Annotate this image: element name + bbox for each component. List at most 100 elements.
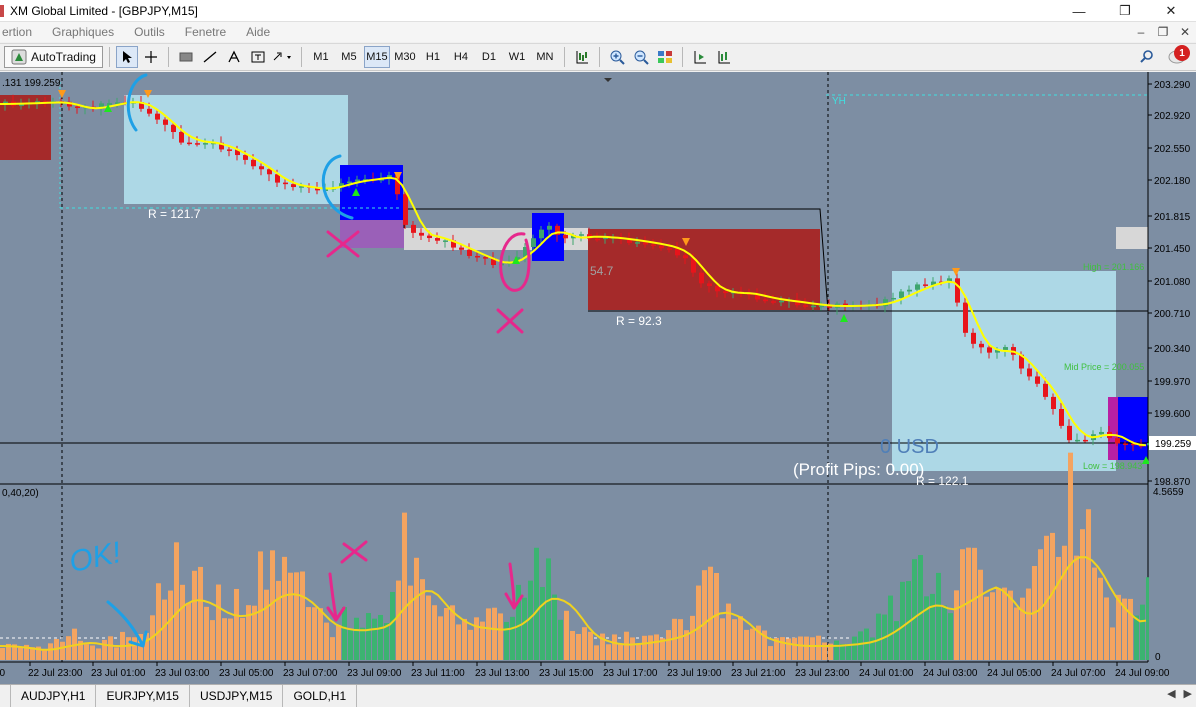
- histogram-bar: [804, 636, 809, 660]
- restore-button[interactable]: ❐: [1102, 0, 1148, 22]
- timeframe-m15-button[interactable]: M15: [363, 46, 390, 68]
- histogram-bar: [642, 635, 647, 660]
- histogram-bar: [288, 572, 293, 660]
- histogram-bar: [486, 608, 491, 660]
- time-axis-label: 24 Jul 03:00: [923, 668, 978, 679]
- menu-fenetre[interactable]: Fenetre: [175, 25, 236, 39]
- close-button[interactable]: ✕: [1148, 0, 1194, 22]
- price-axis-label: 201.815: [1154, 212, 1191, 223]
- menu-aide[interactable]: Aide: [236, 25, 280, 39]
- candle-body: [283, 182, 288, 185]
- label-tool-button[interactable]: [247, 46, 269, 68]
- histogram-bar: [678, 619, 683, 660]
- histogram-bar: [1026, 588, 1031, 660]
- tab-eurjpy-m15[interactable]: EURJPY,M15: [96, 685, 190, 707]
- histogram-bar: [1110, 627, 1115, 660]
- minimize-button[interactable]: —: [1056, 0, 1102, 22]
- chart-close-button[interactable]: ✕: [1174, 25, 1196, 39]
- histogram-bar: [174, 542, 179, 660]
- histogram-bar: [300, 571, 305, 660]
- autotrading-button[interactable]: AutoTrading: [4, 46, 103, 68]
- candle-body: [803, 305, 808, 307]
- trendline-tool-button[interactable]: [199, 46, 221, 68]
- timeframe-mn-button[interactable]: MN: [532, 46, 558, 68]
- candle-body: [891, 297, 896, 300]
- candle-body: [251, 159, 256, 167]
- histogram-bar: [648, 635, 653, 660]
- zoom-out-button[interactable]: [630, 46, 652, 68]
- candle-body: [707, 283, 712, 287]
- histogram-bar: [594, 645, 599, 660]
- timeframe-m30-button[interactable]: M30: [392, 46, 418, 68]
- candle-body: [595, 238, 600, 241]
- candle-body: [667, 248, 672, 250]
- histogram-bar: [1080, 529, 1085, 660]
- cursor-tool-button[interactable]: [115, 46, 138, 68]
- timeframe-m5-button[interactable]: M5: [336, 46, 362, 68]
- histogram-bar: [858, 631, 863, 660]
- tabs-scroll: ◀ ▶: [1167, 687, 1192, 700]
- histogram-bar: [690, 615, 695, 660]
- periodicity-button[interactable]: [571, 46, 593, 68]
- candle-body: [483, 257, 488, 259]
- timeframe-m1-button[interactable]: M1: [308, 46, 334, 68]
- time-axis-label: 23 Jul 15:00: [539, 668, 594, 679]
- zone-box-purple: [340, 220, 404, 248]
- timeframe-w1-button[interactable]: W1: [504, 46, 530, 68]
- notifications-button[interactable]: 1: [1168, 45, 1190, 66]
- tab-usdjpy-m15[interactable]: USDJPY,M15: [190, 685, 284, 707]
- tabs-scroll-left-icon[interactable]: ◀: [1167, 687, 1175, 700]
- box-label-r2: 54.7: [590, 264, 614, 278]
- candle-body: [1027, 368, 1032, 377]
- menu-graphiques[interactable]: Graphiques: [42, 25, 124, 39]
- text-tool-button[interactable]: [223, 46, 245, 68]
- chart-restore-button[interactable]: ❐: [1152, 25, 1174, 39]
- toolbar-separator: [563, 47, 565, 67]
- candle-body: [1067, 425, 1072, 441]
- histogram-bar: [198, 566, 203, 660]
- tile-windows-button[interactable]: [654, 46, 676, 68]
- histogram-bar: [954, 590, 959, 660]
- timeframe-d1-button[interactable]: D1: [476, 46, 502, 68]
- histogram-bar: [504, 621, 509, 660]
- search-icon[interactable]: [1140, 49, 1154, 63]
- rectangle-tool-button[interactable]: [175, 46, 197, 68]
- candle-body: [1075, 439, 1080, 442]
- timeframe-h1-button[interactable]: H1: [420, 46, 446, 68]
- histogram-bar: [588, 631, 593, 660]
- tabs-scroll-right-icon[interactable]: ▶: [1184, 687, 1192, 700]
- candle-body: [755, 294, 760, 300]
- histogram-bar: [900, 581, 905, 660]
- histogram-bar: [1134, 615, 1139, 660]
- price-chart[interactable]: 203.290 202.920 202.550 202.180 201.815 201.4…: [0, 72, 1196, 684]
- histogram-bar: [558, 619, 563, 660]
- auto-scroll-button[interactable]: [713, 46, 735, 68]
- zoom-in-button[interactable]: [606, 46, 628, 68]
- timeframe-h4-button[interactable]: H4: [448, 46, 474, 68]
- candle-body: [683, 255, 688, 259]
- tab-audjpy-h1[interactable]: AUDJPY,H1: [10, 685, 97, 707]
- histogram-bar: [474, 617, 479, 660]
- candle-body: [987, 347, 992, 353]
- menu-bar: ertion Graphiques Outils Fenetre Aide – …: [0, 22, 1196, 42]
- candle-body: [579, 234, 584, 236]
- candle-body: [771, 301, 776, 303]
- menu-outils[interactable]: Outils: [124, 25, 175, 39]
- chart-window[interactable]: 203.290 202.920 202.550 202.180 201.815 201.4…: [0, 72, 1196, 684]
- crosshair-tool-button[interactable]: [140, 46, 162, 68]
- chart-shift-button[interactable]: [689, 46, 711, 68]
- histogram-bar: [666, 630, 671, 660]
- tab-gold-h1[interactable]: GOLD,H1: [283, 685, 358, 707]
- candle-body: [547, 225, 552, 230]
- histogram-bar: [162, 599, 167, 660]
- histogram-bar: [510, 616, 515, 660]
- histogram-bar: [492, 607, 497, 660]
- candle-body: [659, 245, 664, 249]
- chart-minimize-button[interactable]: –: [1130, 25, 1152, 39]
- menu-insertion[interactable]: ertion: [0, 25, 42, 39]
- histogram-bar: [42, 650, 47, 660]
- candle-body: [763, 299, 768, 302]
- candle-body: [819, 305, 824, 308]
- histogram-bar: [546, 558, 551, 660]
- shapes-dropdown-button[interactable]: [271, 46, 295, 68]
